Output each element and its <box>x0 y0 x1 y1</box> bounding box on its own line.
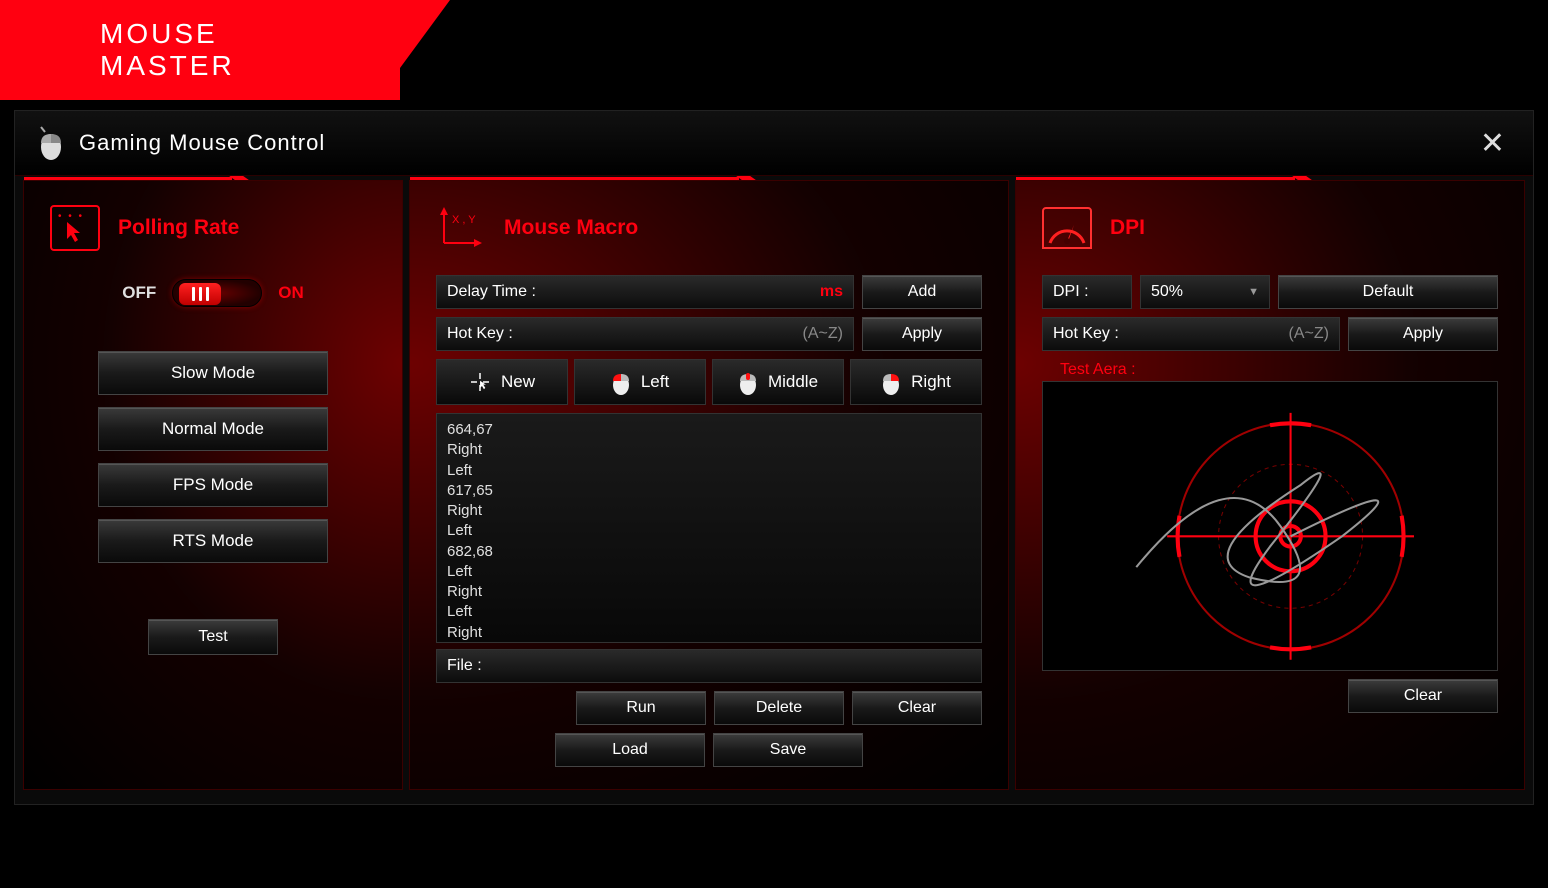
macro-event-line[interactable]: Left <box>447 602 971 622</box>
crosshair-target-icon <box>1043 382 1497 670</box>
dpi-hotkey-label: Hot Key : <box>1053 325 1119 343</box>
macro-event-line[interactable]: Right <box>447 440 971 460</box>
crosshair-cursor-icon <box>469 371 491 393</box>
dpi-hotkey-placeholder: (A~Z) <box>1289 325 1329 343</box>
dpi-apply-button[interactable]: Apply <box>1348 317 1498 351</box>
dpi-hotkey-input[interactable]: Hot Key : (A~Z) <box>1042 317 1340 351</box>
new-click-button[interactable]: New <box>436 359 568 405</box>
delay-time-input[interactable]: Delay Time : ms <box>436 275 854 309</box>
delay-label: Delay Time : <box>447 283 536 301</box>
xy-axes-icon: X , Y <box>436 205 486 251</box>
macro-apply-button[interactable]: Apply <box>862 317 982 351</box>
rts-mode-button[interactable]: RTS Mode <box>98 519 328 563</box>
test-area-label: Test Aera : <box>1060 361 1498 379</box>
macro-event-line[interactable]: 617,65 <box>447 481 971 501</box>
mouse-master-header: MOUSE MASTER <box>0 0 400 100</box>
window-title: Gaming Mouse Control <box>79 130 1474 156</box>
macro-clear-button[interactable]: Clear <box>852 691 982 725</box>
mouse-right-icon <box>881 368 901 396</box>
dpi-clear-button[interactable]: Clear <box>1348 679 1498 713</box>
dpi-label-box: DPI : <box>1042 275 1132 309</box>
close-icon[interactable]: ✕ <box>1474 126 1511 161</box>
slow-mode-button[interactable]: Slow Mode <box>98 351 328 395</box>
mouse-icon <box>37 125 65 161</box>
macro-event-line[interactable]: 682,68 <box>447 542 971 562</box>
polling-toggle[interactable] <box>172 279 262 307</box>
file-label: File : <box>447 657 482 675</box>
macro-event-line[interactable]: Left <box>447 521 971 541</box>
macro-event-line[interactable]: Right <box>447 582 971 602</box>
macro-title: Mouse Macro <box>504 216 638 240</box>
mouse-left-icon <box>611 368 631 396</box>
delete-button[interactable]: Delete <box>714 691 844 725</box>
middle-click-button[interactable]: Middle <box>712 359 844 405</box>
dpi-value: 50% <box>1151 283 1183 301</box>
dpi-panel: DPI DPI : 50% ▼ Default Hot Key : (A~Z) … <box>1015 180 1525 790</box>
svg-text:X , Y: X , Y <box>452 214 476 226</box>
dpi-default-button[interactable]: Default <box>1278 275 1498 309</box>
polling-rate-panel: • • • Polling Rate OFF ON Slow Mode Norm… <box>23 180 403 790</box>
normal-mode-button[interactable]: Normal Mode <box>98 407 328 451</box>
dpi-test-area[interactable] <box>1042 381 1498 671</box>
polling-title: Polling Rate <box>118 216 239 240</box>
macro-event-line[interactable]: Right <box>447 623 971 643</box>
left-click-button[interactable]: Left <box>574 359 706 405</box>
macro-events-list[interactable]: 664,67RightLeft617,65RightLeft682,68Left… <box>436 413 982 643</box>
macro-hotkey-label: Hot Key : <box>447 325 513 343</box>
run-button[interactable]: Run <box>576 691 706 725</box>
add-button[interactable]: Add <box>862 275 982 309</box>
macro-event-line[interactable]: Left <box>447 562 971 582</box>
main-window: Gaming Mouse Control ✕ • • • Polling Rat… <box>14 110 1534 805</box>
toggle-off-label: OFF <box>122 283 156 303</box>
load-button[interactable]: Load <box>555 733 705 767</box>
delay-unit: ms <box>820 283 843 301</box>
macro-event-line[interactable]: 664,67 <box>447 420 971 440</box>
macro-hotkey-input[interactable]: Hot Key : (A~Z) <box>436 317 854 351</box>
toggle-on-label: ON <box>278 283 304 303</box>
window-titlebar: Gaming Mouse Control ✕ <box>15 111 1533 176</box>
chevron-down-icon: ▼ <box>1248 286 1259 298</box>
macro-event-line[interactable]: Right <box>447 501 971 521</box>
header-title: MOUSE MASTER <box>100 18 235 81</box>
dpi-title: DPI <box>1110 216 1145 240</box>
fps-mode-button[interactable]: FPS Mode <box>98 463 328 507</box>
macro-event-line[interactable]: Left <box>447 461 971 481</box>
save-button[interactable]: Save <box>713 733 863 767</box>
mouse-middle-icon <box>738 368 758 396</box>
polling-test-button[interactable]: Test <box>148 619 278 655</box>
cursor-box-icon: • • • <box>50 205 100 251</box>
dpi-select[interactable]: 50% ▼ <box>1140 275 1270 309</box>
macro-hotkey-placeholder: (A~Z) <box>803 325 843 343</box>
file-input[interactable]: File : <box>436 649 982 683</box>
mouse-macro-panel: X , Y Mouse Macro Delay Time : ms Add Ho… <box>409 180 1009 790</box>
gauge-icon <box>1042 207 1092 249</box>
right-click-button[interactable]: Right <box>850 359 982 405</box>
